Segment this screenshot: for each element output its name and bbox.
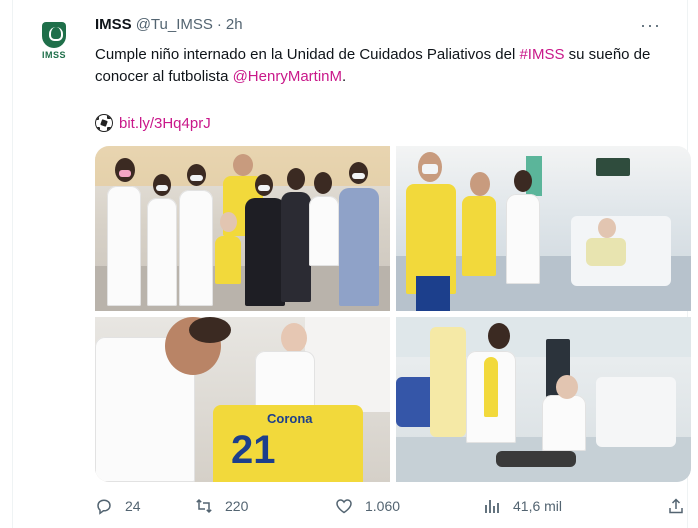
- photo-2[interactable]: [396, 146, 691, 311]
- photo-grid: Corona 21: [95, 146, 691, 482]
- tweet-text: Cumple niño internado en la Unidad de Cu…: [95, 44, 685, 88]
- hashtag-link[interactable]: #IMSS: [519, 46, 564, 63]
- tweet-card[interactable]: IMSS IMSS @Tu_IMSS · 2h ··· Cumple niño …: [12, 0, 691, 528]
- like-icon: [335, 497, 353, 515]
- views-icon: [483, 497, 501, 515]
- tweet-actions: 24 220 1.060 41,6 mil: [95, 492, 685, 520]
- photo-3[interactable]: Corona 21: [95, 317, 390, 482]
- tweet-text-part1: Cumple niño internado en la Unidad de Cu…: [95, 46, 520, 63]
- photo-4[interactable]: [396, 317, 691, 482]
- views-count: 41,6 mil: [513, 498, 563, 514]
- imss-logo-icon: [42, 22, 66, 48]
- tweet-text-part3: .: [342, 68, 347, 85]
- separator-dot: ·: [216, 16, 222, 33]
- retweet-count: 220: [225, 498, 249, 514]
- retweet-icon: [195, 497, 213, 515]
- photo-1[interactable]: [95, 146, 390, 311]
- share-icon: [667, 497, 685, 515]
- avatar-logo-text: IMSS: [41, 50, 66, 60]
- reply-icon: [95, 497, 113, 515]
- share-button[interactable]: [667, 497, 685, 515]
- tweet-header: IMSS @Tu_IMSS · 2h: [95, 16, 243, 36]
- like-count: 1.060: [365, 498, 401, 514]
- like-button[interactable]: 1.060: [335, 497, 483, 515]
- author-handle[interactable]: @Tu_IMSS: [136, 16, 213, 33]
- reply-button[interactable]: 24: [95, 497, 195, 515]
- short-link[interactable]: bit.ly/3Hq4prJ: [119, 115, 211, 132]
- more-icon[interactable]: ···: [640, 16, 661, 34]
- mention-link[interactable]: @HenryMartinM: [233, 68, 342, 85]
- imss-avatar[interactable]: IMSS: [37, 22, 71, 64]
- soccer-ball-icon: [95, 114, 113, 132]
- tweet-time[interactable]: 2h: [226, 16, 243, 33]
- retweet-button[interactable]: 220: [195, 497, 335, 515]
- jersey-sponsor-text: Corona: [267, 411, 313, 426]
- author-name[interactable]: IMSS: [95, 16, 132, 33]
- jersey-number-text: 21: [231, 428, 276, 472]
- link-line: bit.ly/3Hq4prJ: [95, 112, 211, 134]
- reply-count: 24: [125, 498, 141, 514]
- views-button[interactable]: 41,6 mil: [483, 497, 633, 515]
